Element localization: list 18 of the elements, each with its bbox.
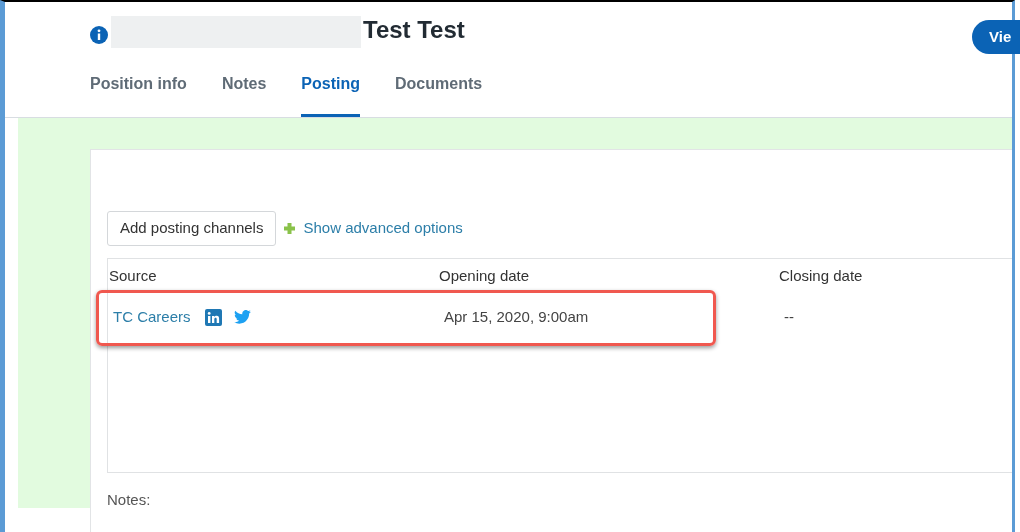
tab[interactable]: Position info [90,72,187,117]
opening-date: Apr 15, 2020, 9:00am [443,306,590,327]
info-icon [90,26,108,44]
page-title: Test Test [363,15,465,45]
plus-icon [284,223,296,234]
view-button[interactable]: Vie [972,20,1020,54]
closing-date: -- [783,306,794,327]
bird-icon [233,310,251,324]
tab[interactable]: Documents [395,72,483,117]
linkedin-icon [204,308,222,326]
add-posting-channels-button[interactable]: Add posting channels [107,211,277,246]
column-header: Source [108,265,158,286]
show-advanced-options-link[interactable]: Show advanced options [303,217,463,240]
tab[interactable]: Notes [221,72,267,117]
source-link[interactable]: TC Careers [113,305,191,329]
notes-label: Notes: [107,490,152,510]
column-header: Closing date [779,265,863,286]
column-header: Opening date [439,265,531,286]
